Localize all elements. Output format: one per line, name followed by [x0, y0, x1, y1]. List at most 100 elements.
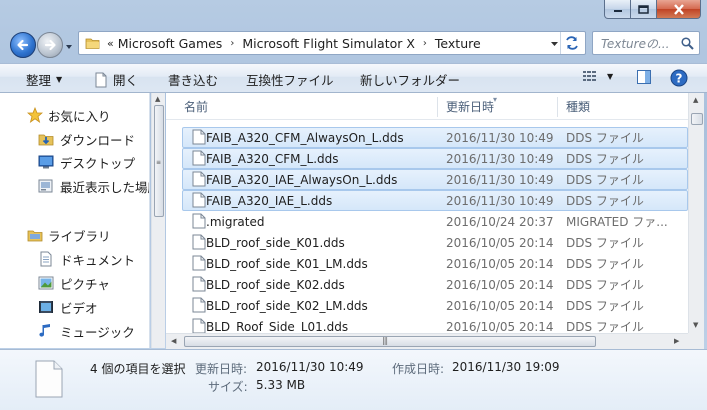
- size-label: サイズ:: [208, 380, 248, 394]
- file-icon: [192, 318, 206, 333]
- file-date: 2016/10/05 20:14: [446, 235, 554, 250]
- scroll-left-icon[interactable]: ◀: [171, 337, 176, 345]
- file-name: BLD_roof_side_K01.dds: [206, 235, 345, 250]
- file-row[interactable]: BLD_roof_side_K01.dds 2016/10/05 20:14 D…: [166, 232, 688, 253]
- view-options-button[interactable]: ▼: [582, 69, 613, 83]
- breadcrumb-microsoft-games[interactable]: Microsoft Games: [118, 36, 223, 51]
- address-overflow[interactable]: «: [107, 37, 114, 50]
- organize-button[interactable]: 整理 ▼: [26, 70, 62, 89]
- file-row[interactable]: BLD_roof_side_K01_LM.dds 2016/10/05 20:1…: [166, 253, 688, 274]
- search-input[interactable]: Textureの...: [601, 35, 681, 52]
- file-list: 名前 ▾ 更新日時 種類 FAIB_A320_CFM_AlwaysOn_L.dd…: [166, 93, 688, 333]
- file-list-vertical-scrollbar[interactable]: ▲ ▼: [688, 93, 704, 333]
- file-row[interactable]: FAIB_A320_CFM_AlwaysOn_L.dds 2016/11/30 …: [182, 127, 688, 148]
- scrollbar-thumb[interactable]: [691, 113, 703, 125]
- open-button[interactable]: 開く: [94, 70, 138, 89]
- navigation-pane-scrollbar[interactable]: ▲ ≡: [151, 93, 165, 348]
- file-name: FAIB_A320_CFM_AlwaysOn_L.dds: [206, 130, 404, 145]
- breadcrumb-texture[interactable]: Texture: [435, 36, 481, 51]
- file-date: 2016/10/05 20:14: [446, 277, 554, 292]
- breadcrumb-separator[interactable]: ›: [423, 38, 427, 49]
- recent-pages-dropdown[interactable]: [64, 41, 74, 51]
- selection-count: 4 個の項目を選択: [90, 362, 186, 376]
- column-header-name[interactable]: 名前: [166, 93, 438, 120]
- file-row[interactable]: FAIB_A320_IAE_AlwaysOn_L.dds 2016/11/30 …: [182, 169, 688, 190]
- file-list-horizontal-scrollbar[interactable]: ◀ ||| ▶: [166, 333, 688, 349]
- nav-libraries[interactable]: ライブラリ: [27, 225, 111, 245]
- file-row[interactable]: BLD_Roof_Side_L01.dds 2016/10/05 20:14 D…: [166, 316, 688, 333]
- help-button[interactable]: ?: [670, 69, 688, 87]
- file-row[interactable]: BLD_roof_side_K02.dds 2016/10/05 20:14 D…: [166, 274, 688, 295]
- file-type: DDS ファイル: [566, 236, 644, 250]
- minimize-icon: [613, 10, 622, 12]
- back-button[interactable]: [10, 32, 36, 58]
- scroll-up-icon[interactable]: ▲: [155, 95, 160, 103]
- file-type: DDS ファイル: [566, 173, 644, 187]
- nav-documents[interactable]: ドキュメント: [38, 249, 135, 269]
- nav-music-label: ミュージック: [60, 324, 135, 340]
- document-icon: [95, 72, 107, 87]
- scrollbar-corner: [688, 333, 704, 349]
- created-label: 作成日時:: [392, 362, 445, 376]
- scroll-right-icon[interactable]: ▶: [674, 337, 679, 345]
- size-value: 5.33 MB: [256, 378, 306, 392]
- videos-icon: [39, 301, 53, 313]
- music-icon: [39, 324, 50, 337]
- file-type: DDS ファイル: [566, 299, 644, 313]
- compatibility-files-button[interactable]: 互換性ファイル: [246, 70, 334, 89]
- file-date: 2016/11/30 10:49: [446, 151, 554, 166]
- file-name: FAIB_A320_IAE_L.dds: [206, 193, 333, 208]
- column-date-label: 更新日時: [446, 100, 495, 114]
- recent-places-icon: [38, 179, 53, 193]
- nav-pictures[interactable]: ピクチャ: [38, 273, 110, 293]
- arrow-left-icon: [17, 39, 29, 51]
- chevron-down-icon: ▼: [56, 75, 63, 84]
- forward-button[interactable]: [37, 32, 63, 58]
- column-header-date[interactable]: ▾ 更新日時: [438, 93, 558, 120]
- file-date: 2016/11/30 10:49: [446, 172, 554, 187]
- maximize-icon: [638, 4, 649, 14]
- search-box[interactable]: Textureの...: [592, 31, 700, 55]
- file-row[interactable]: BLD_roof_side_K02_LM.dds 2016/10/05 20:1…: [166, 295, 688, 316]
- sort-arrow-icon: ▾: [493, 95, 498, 104]
- pictures-icon: [38, 276, 54, 290]
- nav-desktop[interactable]: デスクトップ: [38, 152, 135, 172]
- nav-music[interactable]: ミュージック: [38, 321, 135, 341]
- file-date: 2016/10/05 20:14: [446, 298, 554, 313]
- address-bar[interactable]: « Microsoft Games › Microsoft Flight Sim…: [78, 31, 586, 55]
- close-button[interactable]: [657, 0, 701, 19]
- window-controls: [604, 0, 701, 19]
- file-name: BLD_Roof_Side_L01.dds: [206, 319, 349, 334]
- new-folder-button[interactable]: 新しいフォルダー: [360, 70, 460, 89]
- column-header-type[interactable]: 種類: [558, 93, 688, 120]
- details-pane: 4 個の項目を選択 更新日時: 2016/11/30 10:49 作成日時: 2…: [0, 349, 707, 410]
- nav-videos[interactable]: ビデオ: [38, 297, 98, 317]
- nav-recent-places[interactable]: 最近表示した場所: [38, 176, 149, 196]
- scrollbar-thumb[interactable]: [184, 336, 596, 347]
- file-row[interactable]: .migrated 2016/10/24 20:37 MIGRATED ファ..…: [166, 211, 688, 232]
- file-type: DDS ファイル: [566, 194, 644, 208]
- scroll-grip-icon: ≡: [156, 159, 162, 166]
- file-name: .migrated: [206, 214, 265, 229]
- new-folder-label: 新しいフォルダー: [360, 73, 461, 88]
- nav-downloads[interactable]: ダウンロード: [38, 129, 135, 149]
- minimize-button[interactable]: [604, 0, 631, 19]
- view-details-icon: [583, 71, 596, 81]
- file-row[interactable]: FAIB_A320_CFM_L.dds 2016/11/30 10:49 DDS…: [182, 148, 688, 169]
- scroll-down-icon[interactable]: ▼: [693, 321, 698, 329]
- nav-favorites[interactable]: お気に入り: [27, 105, 111, 125]
- maximize-button[interactable]: [631, 0, 657, 19]
- file-row[interactable]: FAIB_A320_IAE_L.dds 2016/11/30 10:49 DDS…: [182, 190, 688, 211]
- chevron-down-icon[interactable]: [550, 40, 559, 48]
- burn-button[interactable]: 書き込む: [168, 70, 218, 89]
- refresh-icon[interactable]: [563, 35, 581, 51]
- preview-pane-button[interactable]: [636, 69, 652, 85]
- breadcrumb-separator[interactable]: ›: [230, 38, 234, 49]
- nav-documents-label: ドキュメント: [60, 252, 136, 268]
- command-bar: 整理 ▼ 開く 書き込む 互換性ファイル 新しいフォルダー ▼ ?: [0, 63, 707, 93]
- preview-pane-icon: [637, 70, 651, 84]
- breadcrumb-flight-simulator[interactable]: Microsoft Flight Simulator X: [242, 36, 415, 51]
- scroll-up-icon[interactable]: ▲: [693, 96, 698, 104]
- documents-icon: [40, 251, 52, 267]
- nav-libraries-label: ライブラリ: [48, 228, 111, 244]
